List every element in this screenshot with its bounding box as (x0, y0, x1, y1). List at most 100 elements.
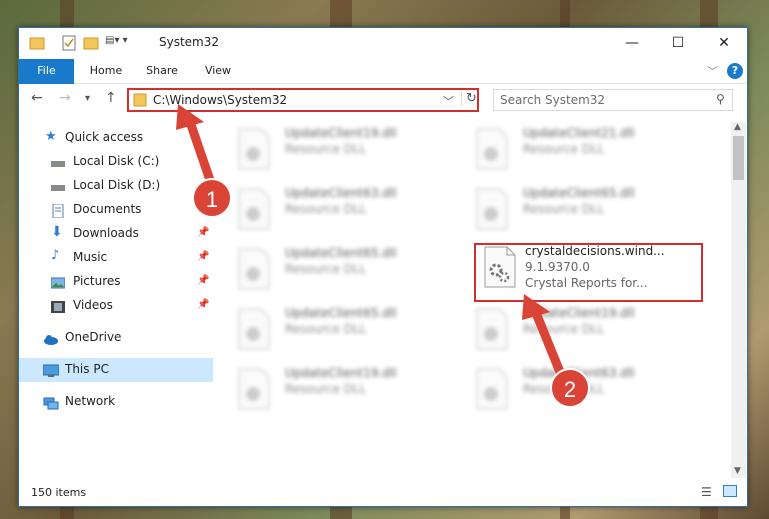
address-bar[interactable]: C:\Windows\System32 ﹀ ↻ (127, 88, 479, 112)
search-placeholder: Search System32 (500, 93, 606, 107)
sidebar-item-pictures[interactable]: Pictures 📌 (19, 270, 213, 294)
title-bar: ▤▾ ▾ System32 — ☐ ✕ (19, 28, 747, 59)
scroll-down-icon[interactable]: ▼ (734, 466, 741, 476)
music-icon: ♪ (51, 248, 60, 263)
scrollbar-thumb[interactable] (733, 136, 744, 180)
sidebar-item-downloads[interactable]: ⬇ Downloads 📌 (19, 222, 213, 246)
videos-icon (51, 299, 65, 313)
sidebar-item-label: Downloads (73, 226, 139, 240)
chevron-down-icon[interactable]: ﹀ (443, 93, 454, 109)
file-name: UpdateClient65.dll (523, 186, 635, 200)
recent-locations-icon[interactable]: ▾ (85, 93, 90, 104)
details-view-icon[interactable]: ☰ (701, 485, 712, 499)
explorer-window: ▤▾ ▾ System32 — ☐ ✕ File Home Share View… (18, 27, 748, 507)
file-description: Resource DLL (285, 142, 367, 156)
minimize-button[interactable]: — (609, 28, 655, 59)
tab-home[interactable]: Home (81, 59, 131, 83)
close-button[interactable]: ✕ (701, 28, 747, 59)
address-path: C:\Windows\System32 (153, 93, 288, 107)
sidebar-item-label: Quick access (65, 130, 144, 144)
computer-icon (42, 363, 60, 377)
sidebar-item-label: Videos (73, 298, 113, 312)
sidebar-item-label: Local Disk (D:) (73, 178, 161, 192)
drive-icon (51, 155, 65, 169)
sidebar-item-label: Music (73, 250, 108, 264)
up-arrow-icon[interactable]: ↑ (105, 90, 117, 106)
tab-share[interactable]: Share (137, 59, 187, 83)
large-icons-view-icon[interactable] (723, 485, 737, 497)
file-name: UpdateClient65.dll (285, 246, 397, 260)
file-description: Resource DLL (523, 142, 605, 156)
sidebar-item-network[interactable]: Network (19, 390, 213, 414)
documents-icon (51, 203, 65, 219)
file-description: Resource DLL (285, 202, 367, 216)
file-name: UpdateClient19.dll (285, 366, 397, 380)
file-description: Resource DLL (523, 322, 605, 336)
window-title: System32 (159, 35, 220, 49)
sidebar-item-label: Network (65, 394, 116, 408)
pin-icon[interactable]: 📌 (197, 251, 209, 262)
list-item[interactable]: UpdateClient19.dll Resource DLL (221, 122, 441, 176)
help-icon[interactable]: ? (727, 63, 743, 79)
scroll-up-icon[interactable]: ▲ (734, 122, 741, 132)
item-count: 150 items (31, 486, 87, 499)
properties-icon[interactable] (61, 35, 77, 51)
navigation-pane: ★ Quick access Local Disk (C:) Local Dis… (19, 122, 213, 478)
sidebar-item-onedrive[interactable]: OneDrive (19, 326, 213, 350)
sidebar-item-quick-access[interactable]: ★ Quick access (19, 126, 213, 150)
search-icon[interactable]: ⚲ (716, 92, 725, 106)
pin-icon[interactable]: 📌 (197, 275, 209, 286)
file-description: Resource DLL (285, 322, 367, 336)
file-highlight-box (474, 243, 703, 302)
folder-icon (29, 35, 45, 51)
sidebar-item-documents[interactable]: Documents (19, 198, 213, 222)
file-name: UpdateClient21.dll (523, 126, 635, 140)
pictures-icon (50, 275, 66, 289)
sidebar-item-local-disk-d[interactable]: Local Disk (D:) (19, 174, 213, 198)
sidebar-item-label: Pictures (73, 274, 121, 288)
pin-icon[interactable]: 📌 (197, 227, 209, 238)
sidebar-item-label: OneDrive (65, 330, 122, 344)
customize-quick-access-icon[interactable]: ▤▾ ▾ (105, 35, 141, 51)
status-bar: 150 items ☰ (19, 480, 747, 506)
list-item[interactable]: UpdateClient21.dll Resource DLL (459, 122, 679, 176)
sidebar-item-label: Local Disk (C:) (73, 154, 160, 168)
address-row: ← → ▾ ↑ C:\Windows\System32 ﹀ ↻ Search S… (19, 84, 747, 116)
dll-file-icon (237, 248, 271, 290)
list-item[interactable]: UpdateClient19.dll Resource DLL (459, 302, 679, 356)
cloud-icon (43, 331, 58, 345)
file-description: Resource DLL (523, 202, 605, 216)
list-item[interactable]: UpdateClient65.dll Resource DLL (221, 302, 441, 356)
file-name: UpdateClient19.dll (523, 306, 635, 320)
star-icon: ★ (45, 129, 57, 144)
list-item[interactable]: UpdateClient65.dll Resource DLL (459, 182, 679, 236)
forward-arrow-icon[interactable]: → (59, 90, 71, 106)
dll-file-icon (475, 368, 509, 410)
dll-file-icon (475, 128, 509, 170)
vertical-scrollbar[interactable]: ▲ ▼ (731, 122, 746, 478)
search-input[interactable]: Search System32 ⚲ (493, 89, 733, 111)
refresh-icon[interactable]: ↻ (461, 91, 477, 106)
sidebar-item-videos[interactable]: Videos 📌 (19, 294, 213, 318)
sidebar-item-this-pc[interactable]: This PC (19, 358, 213, 382)
chevron-down-icon[interactable]: ﹀ (707, 63, 718, 79)
sidebar-item-local-disk-c[interactable]: Local Disk (C:) (19, 150, 213, 174)
list-item[interactable]: UpdateClient65.dll Resource DLL (221, 242, 441, 296)
new-folder-icon[interactable] (83, 35, 99, 51)
sidebar-item-label: Documents (73, 202, 142, 216)
ribbon: File Home Share View ﹀ ? (19, 59, 747, 113)
file-name: UpdateClient63.dll (285, 186, 397, 200)
step-badge-1: 1 (192, 178, 232, 218)
pin-icon[interactable]: 📌 (197, 299, 209, 310)
dll-file-icon (237, 128, 271, 170)
sidebar-item-label: This PC (65, 362, 109, 376)
list-item[interactable]: UpdateClient19.dll Resource DLL (221, 362, 441, 416)
folder-icon (133, 92, 147, 112)
file-name: UpdateClient19.dll (285, 126, 397, 140)
back-arrow-icon[interactable]: ← (31, 90, 43, 106)
file-description: Resource DLL (285, 382, 367, 396)
maximize-button[interactable]: ☐ (655, 28, 701, 59)
sidebar-item-music[interactable]: ♪ Music 📌 (19, 246, 213, 270)
list-item[interactable]: UpdateClient63.dll Resource DLL (221, 182, 441, 236)
tab-view[interactable]: View (193, 59, 243, 83)
